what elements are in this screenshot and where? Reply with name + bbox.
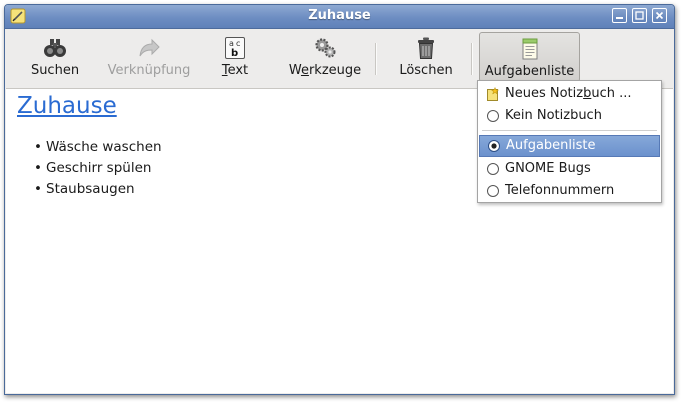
notebook-icon [522,38,537,60]
window-title: Zuhause [308,8,371,23]
menu-item-label: GNOME Bugs [505,161,591,176]
trash-icon [418,37,434,59]
delete-label: Löschen [399,63,453,78]
menu-item-gnome-bugs[interactable]: GNOME Bugs [479,158,660,180]
minimize-icon [616,17,623,19]
svg-text:b: b [231,48,238,59]
menu-item-phone-numbers[interactable]: Telefonnummern [479,180,660,202]
note-title-link[interactable]: Zuhause [17,93,117,119]
maximize-button[interactable] [632,8,647,23]
menu-separator [482,130,657,131]
notebook-button[interactable]: Aufgabenliste [479,32,580,82]
toolbar-separator [375,43,377,75]
tools-label: Werkzeuge [288,63,362,78]
link-button[interactable]: Verknüpfung [99,32,199,82]
link-arrow-icon [139,38,160,57]
new-notebook-icon [487,87,500,101]
menu-item-no-notebook[interactable]: Kein Notizbuch [479,105,660,127]
list-item: Wäsche waschen [34,137,162,158]
minimize-button[interactable] [612,8,627,23]
search-label: Suchen [30,63,80,78]
menu-item-task-list[interactable]: Aufgabenliste [479,135,660,157]
delete-button[interactable]: Löschen [391,32,461,82]
tools-button[interactable]: Werkzeuge [281,32,369,82]
search-button[interactable]: Suchen [17,32,93,82]
svg-text:a: a [229,39,234,48]
toolbar: Suchen Verknüpfung a c b Text Werkzeuge … [5,29,674,87]
link-label: Verknüpfung [107,63,191,78]
menu-item-new-notebook[interactable]: Neues Notizbuch ... [479,83,660,105]
menu-item-label: Aufgabenliste [506,138,596,153]
gears-icon [315,38,336,58]
binoculars-icon [44,39,66,57]
text-format-icon: a c b [225,37,245,59]
title-bar[interactable]: Zuhause [5,5,674,29]
note-bullet-list: Wäsche waschen Geschirr spülen Staubsaug… [34,137,162,200]
radio-icon [487,163,499,175]
menu-item-label: Neues Notizbuch ... [505,86,632,101]
menu-item-label: Telefonnummern [505,183,615,198]
text-format-label: Text [221,63,249,78]
text-format-button[interactable]: a c b Text [212,32,258,82]
svg-text:c: c [236,39,240,48]
radio-checked-icon [488,140,500,152]
menu-item-label: Kein Notizbuch [505,108,602,123]
toolbar-separator [471,43,473,75]
radio-icon [487,110,499,122]
maximize-icon [635,11,644,20]
notebook-label: Aufgabenliste [484,64,575,79]
list-item: Staubsaugen [34,179,162,200]
close-icon [655,11,664,20]
notebook-menu: Neues Notizbuch ... Kein Notizbuch Aufga… [477,80,662,203]
radio-icon [487,185,499,197]
close-button[interactable] [652,8,667,23]
list-item: Geschirr spülen [34,158,162,179]
